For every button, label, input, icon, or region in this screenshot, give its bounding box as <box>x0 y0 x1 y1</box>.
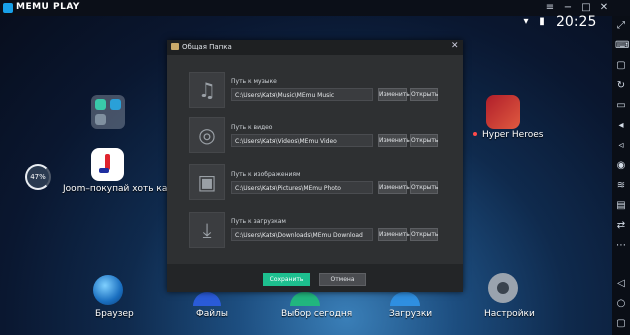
images-path-field[interactable]: C:\Users\Katя\Pictures\MEmu Photo <box>231 181 373 194</box>
music-change-button[interactable]: Изменить <box>378 88 410 101</box>
today-pick-icon[interactable] <box>290 292 320 306</box>
fullscreen-icon[interactable]: ⤢ <box>615 20 627 32</box>
music-note-icon: ♫ <box>189 72 225 108</box>
browser-icon[interactable] <box>93 275 123 305</box>
video-path-field[interactable]: C:\Users\Katя\Videos\MEmu Video <box>231 134 373 147</box>
volume-down-icon[interactable]: ◃ <box>615 140 627 152</box>
recents-icon[interactable]: ▢ <box>615 318 627 330</box>
downloads-icon[interactable] <box>390 292 420 306</box>
hyper-heroes-label: Hyper Heroes <box>482 130 544 140</box>
screenshot-icon[interactable]: ▢ <box>615 60 627 72</box>
wifi-icon: ▾ <box>523 16 529 27</box>
title-bar: MEMU PLAY ≡ − □ ✕ <box>0 0 630 16</box>
volume-up-icon[interactable]: ◂ <box>615 120 627 132</box>
more-icon[interactable]: ⋯ <box>615 240 627 252</box>
dock-label-files: Файлы <box>196 309 228 319</box>
dock-label-downloads: Загрузки <box>389 309 433 319</box>
dock-label-settings: Настройки <box>484 309 535 319</box>
app-title: MEMU PLAY <box>16 2 80 12</box>
image-icon: ▣ <box>189 164 225 200</box>
downloads-change-button[interactable]: Изменить <box>378 228 410 241</box>
shared-folder-dialog: Общая Папка ✕ ♫ Путь к музыке C:\Users\K… <box>167 40 463 292</box>
location-icon[interactable]: ◉ <box>615 160 627 172</box>
screen-icon[interactable]: ▭ <box>615 100 627 112</box>
keyboard-icon[interactable]: ⌨ <box>615 40 629 52</box>
side-toolbar: ⤢ ⌨ ▢ ↻ ▭ ◂ ◃ ◉ ≋ ▤ ⇄ ⋯ ◁ ○ ▢ <box>612 16 630 335</box>
save-button[interactable]: Сохранить <box>263 273 310 286</box>
downloads-path-label: Путь к загрузкам <box>231 218 286 225</box>
download-folder-icon: ⤓ <box>189 212 225 248</box>
download-progress: 47% <box>25 164 51 190</box>
dialog-header: Общая Папка ✕ <box>167 40 463 55</box>
apk-icon[interactable]: ▤ <box>615 200 627 212</box>
settings-gear-icon[interactable] <box>488 273 518 303</box>
downloads-open-button[interactable]: Открыть <box>410 228 438 241</box>
rotate-icon[interactable]: ↻ <box>615 80 627 92</box>
sync-icon[interactable]: ⇄ <box>615 220 627 232</box>
dialog-title: Общая Папка <box>182 43 232 51</box>
joom-app-icon[interactable] <box>91 148 124 181</box>
files-icon[interactable] <box>193 292 221 306</box>
app-folder-icon[interactable] <box>91 95 125 129</box>
memu-logo-icon <box>3 3 13 13</box>
close-icon[interactable]: ✕ <box>597 1 611 15</box>
dock-label-today: Выбор сегодня <box>281 309 353 319</box>
back-icon[interactable]: ◁ <box>615 278 627 290</box>
images-change-button[interactable]: Изменить <box>378 181 410 194</box>
battery-icon: ▮ <box>539 16 545 27</box>
video-open-button[interactable]: Открыть <box>410 134 438 147</box>
video-path-label: Путь к видео <box>231 124 273 131</box>
dock-label-browser: Браузер <box>95 309 134 319</box>
dialog-close-icon[interactable]: ✕ <box>451 41 459 51</box>
new-badge-dot <box>473 132 477 136</box>
music-open-button[interactable]: Открыть <box>410 88 438 101</box>
music-path-label: Путь к музыке <box>231 78 277 85</box>
images-path-label: Путь к изображениям <box>231 171 301 178</box>
menu-icon[interactable]: ≡ <box>543 1 557 15</box>
folder-icon <box>171 43 179 50</box>
shake-icon[interactable]: ≋ <box>615 180 627 192</box>
status-clock: 20:25 <box>556 14 597 30</box>
images-open-button[interactable]: Открыть <box>410 181 438 194</box>
home-icon[interactable]: ○ <box>615 298 627 310</box>
video-change-button[interactable]: Изменить <box>378 134 410 147</box>
film-reel-icon: ◎ <box>189 117 225 153</box>
progress-value: 47% <box>30 173 46 181</box>
hyper-heroes-app-icon[interactable] <box>486 95 520 129</box>
maximize-icon[interactable]: □ <box>579 1 593 15</box>
downloads-path-field[interactable]: C:\Users\Katя\Downloads\MEmu Download <box>231 228 373 241</box>
cancel-button[interactable]: Отмена <box>319 273 366 286</box>
minimize-icon[interactable]: − <box>561 1 575 15</box>
music-path-field[interactable]: C:\Users\Katя\Music\MEmu Music <box>231 88 373 101</box>
dialog-footer <box>167 264 463 292</box>
